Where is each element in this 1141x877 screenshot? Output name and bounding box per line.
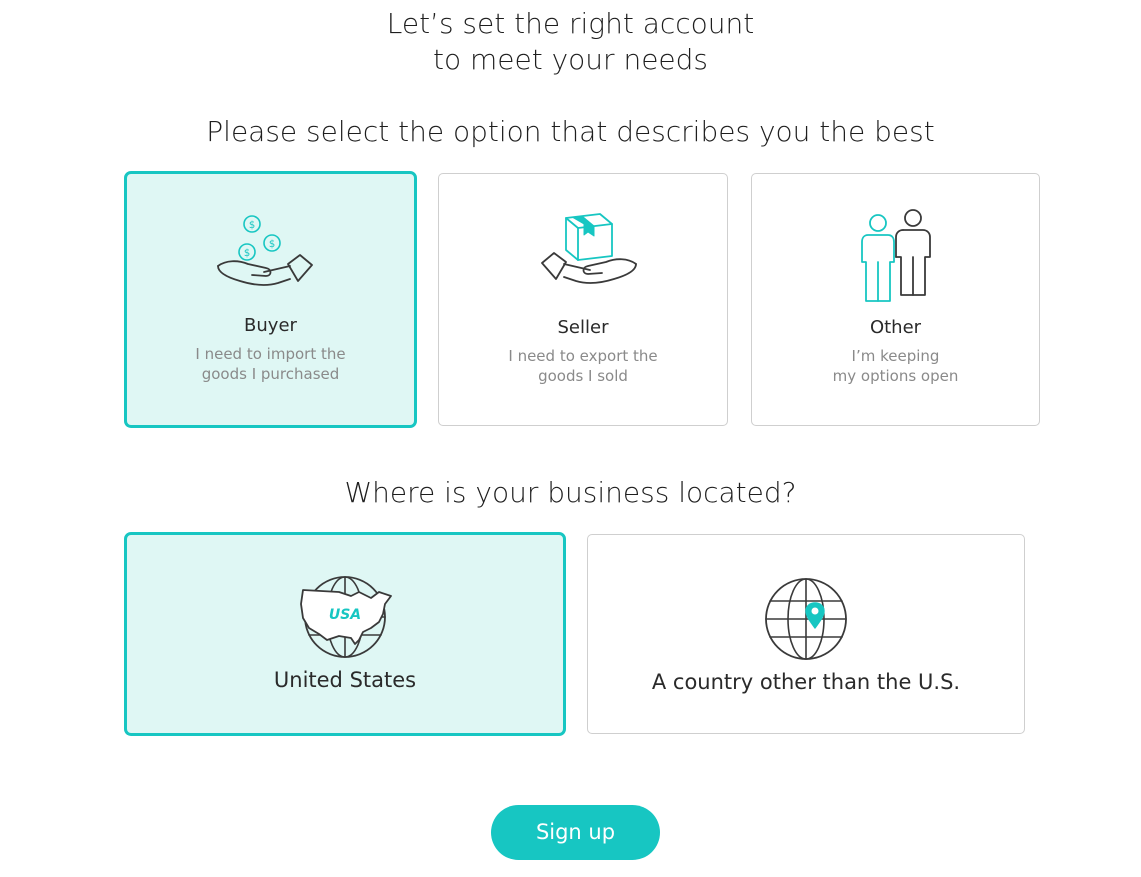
buyer-label: Buyer — [244, 315, 297, 336]
buyer-description-line-2: goods I purchased — [201, 365, 340, 383]
united-states-label: United States — [273, 668, 417, 692]
other-description-line-2: my options open — [832, 367, 959, 385]
sign-up-button[interactable]: Sign up — [491, 805, 660, 860]
usa-globe-text: USA — [329, 607, 361, 623]
hand-box-icon — [439, 204, 727, 304]
hand-coins-icon: $ $ $ — [127, 202, 414, 302]
svg-text:$: $ — [248, 220, 254, 231]
united-states-option-card[interactable]: USA United States — [124, 532, 566, 736]
seller-option-card[interactable]: Seller I need to export the goods I sold — [438, 173, 728, 426]
buyer-option-card[interactable]: $ $ $ Buyer I need to import the goods I… — [124, 171, 417, 428]
page-title-line-1: Let’s set the right account — [386, 7, 755, 40]
page-title-line-2: to meet your needs — [432, 43, 709, 76]
other-option-card[interactable]: Other I’m keeping my options open — [751, 173, 1040, 426]
seller-description-line-1: I need to export the — [508, 347, 658, 365]
svg-text:$: $ — [268, 239, 274, 250]
role-question: Please select the option that describes … — [206, 115, 935, 148]
svg-text:$: $ — [243, 248, 249, 259]
account-setup-page: Let’s set the right account to meet your… — [0, 0, 1141, 877]
other-country-option-card[interactable]: A country other than the U.S. — [587, 534, 1025, 734]
location-question: Where is your business located? — [344, 476, 797, 509]
other-description: I’m keeping my options open — [752, 346, 1039, 386]
other-label: Other — [869, 317, 922, 338]
other-country-label: A country other than the U.S. — [651, 670, 961, 694]
seller-label: Seller — [557, 317, 609, 338]
seller-description: I need to export the goods I sold — [439, 346, 727, 386]
two-people-icon — [752, 204, 1039, 304]
seller-description-line-2: goods I sold — [538, 367, 628, 385]
other-description-line-1: I’m keeping — [851, 347, 940, 365]
globe-pin-icon — [588, 576, 1024, 662]
buyer-description-line-1: I need to import the — [195, 345, 346, 363]
usa-globe-icon: USA — [127, 574, 563, 660]
buyer-description: I need to import the goods I purchased — [127, 344, 414, 384]
